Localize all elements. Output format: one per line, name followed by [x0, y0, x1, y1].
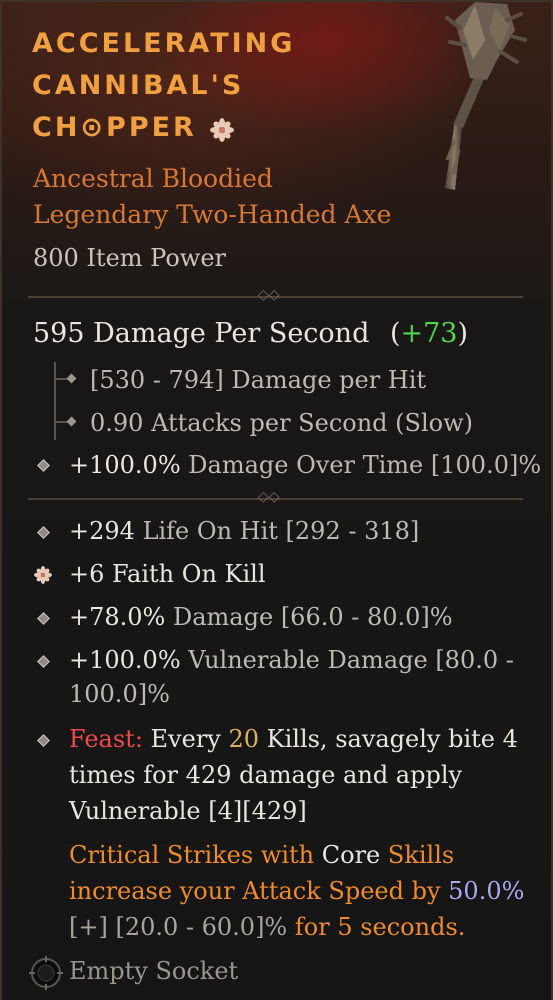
aspect-duration: for 5 seconds. — [287, 913, 466, 941]
affix-text: Life On Hit [292 - 318] — [142, 517, 420, 545]
item-power: 800 Item Power — [33, 244, 226, 272]
affix-faith-on-kill: +6 Faith On Kill — [69, 560, 266, 588]
implicit-text: Damage Over Time [100.0]% — [188, 451, 542, 479]
aspect-core: Core — [321, 841, 381, 869]
dps-delta: +73 — [400, 318, 458, 349]
affix-value: +100.0% — [69, 646, 181, 674]
aspect-line-1: Critical Strikes with Core Skills — [69, 841, 454, 869]
affix-vulnerable-damage: +100.0% Vulnerable Damage [80.0 - — [69, 646, 514, 674]
faith-flower-icon — [210, 118, 234, 142]
damage-per-hit: [530 - 794] Damage per Hit — [90, 366, 427, 394]
feast-text: Every — [142, 725, 229, 753]
feast-label: Feast: — [69, 725, 143, 753]
item-title-line-1: ACCELERATING — [32, 28, 296, 59]
feast-bites: 4 — [502, 725, 518, 753]
branch-arrow — [66, 373, 77, 384]
empty-socket-label: Empty Socket — [69, 957, 239, 985]
affix-text: Damage [66.0 - 80.0]% — [173, 603, 453, 631]
dps-delta-open: ( — [389, 318, 401, 349]
affix-value: +6 — [69, 560, 105, 588]
axe-weapon-icon — [445, 2, 527, 190]
aspect-text: increase your Attack Speed by — [69, 877, 449, 905]
affix-text: Vulnerable Damage [80.0 - — [188, 646, 514, 674]
faith-flower-icon — [34, 566, 52, 584]
feast-damage: 429 — [185, 761, 232, 789]
divider-ornament: ◇◇ — [258, 287, 280, 303]
feast-line-1: Feast: Every 20 Kills, savagely bite 4 — [69, 725, 518, 753]
item-title-line-2: CANNIBAL'S — [32, 70, 245, 101]
feast-text: times for — [69, 761, 186, 789]
feast-line-3: Vulnerable [4][429] — [69, 797, 307, 825]
item-title-line-3: CH⊙PPER — [32, 112, 197, 143]
affix-value: +294 — [69, 517, 135, 545]
diamond-bullet-icon — [37, 526, 50, 539]
item-subtitle-type: Legendary Two-Handed Axe — [33, 200, 392, 229]
dps-delta-close: ) — [457, 318, 469, 349]
feast-text: Kills, savagely bite — [259, 725, 503, 753]
implicit-affix: +100.0% Damage Over Time [100.0]% — [69, 451, 541, 479]
aspect-range: [+] [20.0 - 60.0]% — [69, 913, 288, 941]
affix-value: +78.0% — [69, 603, 166, 631]
divider-ornament: ◇◇ — [258, 489, 280, 505]
aspect-line-3: [+] [20.0 - 60.0]% for 5 seconds. — [69, 913, 465, 941]
dps-label: 595 Damage Per Second — [33, 318, 370, 349]
feast-line-2: times for 429 damage and apply — [69, 761, 462, 789]
affix-damage: +78.0% Damage [66.0 - 80.0]% — [69, 603, 453, 631]
attacks-per-second: 0.90 Attacks per Second (Slow) — [90, 409, 473, 437]
dps-line: 595 Damage Per Second (+73) — [33, 318, 468, 349]
affix-life-on-hit: +294 Life On Hit [292 - 318] — [69, 517, 419, 545]
aspect-value: 50.0% — [448, 877, 525, 905]
aspect-text: Skills — [380, 841, 455, 869]
branch-arrow — [66, 416, 77, 427]
implicit-value: +100.0% — [69, 451, 181, 479]
aspect-line-2: increase your Attack Speed by 50.0% — [69, 877, 524, 905]
frame-left — [0, 0, 2, 1000]
aspect-text: Critical Strikes with — [69, 841, 322, 869]
item-subtitle-rarity: Ancestral Bloodied — [33, 164, 273, 193]
item-tooltip: ACCELERATING CANNIBAL'S CH⊙PPER Ancestra… — [0, 0, 553, 1000]
affix-vulnerable-damage-cont: 100.0]% — [69, 680, 170, 708]
feast-kills: 20 — [228, 725, 260, 753]
socket-icon — [29, 956, 63, 990]
feast-text: damage and apply — [231, 761, 463, 789]
diamond-bullet-icon — [37, 612, 50, 625]
diamond-bullet-icon — [37, 734, 50, 747]
diamond-bullet-icon — [37, 655, 50, 668]
stat-tree-line — [54, 362, 56, 440]
affix-text: Faith On Kill — [112, 560, 266, 588]
diamond-bullet-icon — [37, 459, 50, 472]
